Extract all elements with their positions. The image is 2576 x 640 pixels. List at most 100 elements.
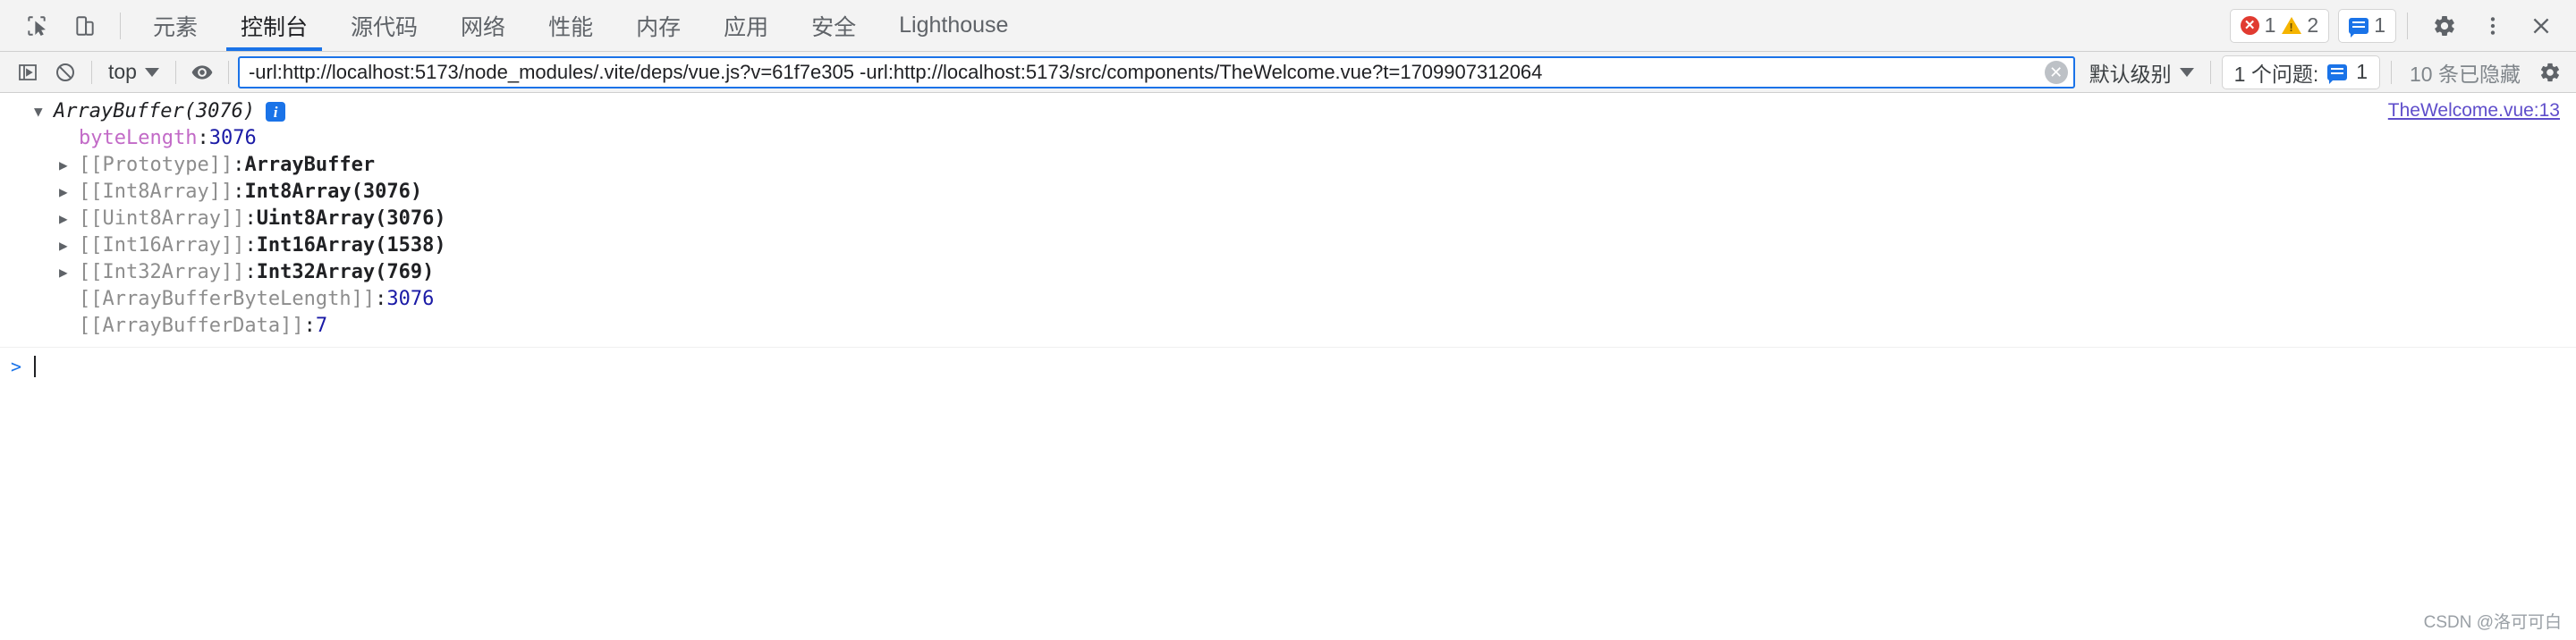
object-property-row[interactable]: [[ArrayBufferByteLength]] : 3076 <box>34 286 2576 313</box>
property-separator: : <box>303 315 316 337</box>
object-property-row[interactable]: [[Int32Array]] : Int32Array(769) <box>34 259 2576 286</box>
tab-label: 元素 <box>153 14 199 40</box>
close-icon[interactable] <box>2519 4 2563 48</box>
tab-label: 应用 <box>724 14 769 40</box>
disclosure-triangle-icon[interactable] <box>59 179 79 206</box>
hidden-messages-label[interactable]: 10 条已隐藏 <box>2399 57 2531 88</box>
property-separator: : <box>244 261 257 283</box>
object-property-row[interactable]: [[Prototype]] : ArrayBuffer <box>34 152 2576 179</box>
more-options-icon[interactable] <box>2470 4 2515 48</box>
tab-security[interactable]: 安全 <box>790 0 877 51</box>
clear-console-icon[interactable] <box>47 54 84 91</box>
console-toolbar-divider-2 <box>174 60 176 84</box>
console-toolbar-divider-5 <box>2391 60 2393 84</box>
message-count-group: 1 <box>2349 13 2385 38</box>
tab-label: 网络 <box>461 14 506 40</box>
console-message-area[interactable]: TheWelcome.vue:13 ArrayBuffer(3076) i by… <box>0 93 2576 640</box>
object-property-row[interactable]: [[ArrayBufferData]] : 7 <box>34 313 2576 340</box>
object-tree-root[interactable]: ArrayBuffer(3076) i <box>34 98 2576 125</box>
object-preview-title: ArrayBuffer(3076) <box>54 100 256 122</box>
execution-context-selector[interactable]: top <box>99 55 168 89</box>
error-count: 1 <box>2264 13 2276 37</box>
execution-context-label: top <box>108 60 137 83</box>
property-value: Uint8Array(3076) <box>256 207 446 230</box>
property-name: byteLength <box>79 127 198 149</box>
property-name: [[Int32Array]] <box>79 261 245 283</box>
info-icon[interactable]: i <box>266 102 286 122</box>
issues-badge[interactable]: 1 个问题: 1 <box>2221 55 2381 89</box>
message-badge[interactable]: 1 <box>2338 8 2396 43</box>
tab-memory[interactable]: 内存 <box>614 0 702 51</box>
property-name: [[Prototype]] <box>79 154 233 176</box>
chevron-down-icon <box>144 67 159 77</box>
property-value: Int32Array(769) <box>256 261 435 283</box>
property-name: [[Int16Array]] <box>79 234 245 257</box>
error-icon: ✕ <box>2240 16 2259 35</box>
property-value: Int16Array(1538) <box>256 234 446 257</box>
property-separator: : <box>244 207 257 230</box>
live-expression-icon[interactable] <box>183 54 221 91</box>
disclosure-triangle-icon[interactable] <box>59 232 79 259</box>
warning-icon <box>2282 17 2302 34</box>
object-property-row[interactable]: byteLength : 3076 <box>34 125 2576 152</box>
source-location-link[interactable]: TheWelcome.vue:13 <box>2388 100 2560 122</box>
message-count: 1 <box>2374 13 2385 37</box>
tab-application[interactable]: 应用 <box>702 0 790 51</box>
object-property-row[interactable]: [[Int8Array]] : Int8Array(3076) <box>34 179 2576 206</box>
console-toolbar: top ✕ 默认级别 1 个问题: 1 10 条已隐藏 <box>0 52 2576 93</box>
console-filter-container[interactable]: ✕ <box>237 55 2075 88</box>
disclosure-triangle-icon[interactable] <box>59 259 79 286</box>
warning-count-group: 2 <box>2282 13 2318 38</box>
console-settings-gear-icon[interactable] <box>2531 54 2569 91</box>
tab-label: 性能 <box>548 14 594 40</box>
issues-count: 1 <box>2356 60 2368 83</box>
property-separator: : <box>233 181 245 203</box>
tab-console[interactable]: 控制台 <box>219 0 329 51</box>
toolbar-divider-right <box>2407 12 2408 39</box>
toolbar-divider <box>120 12 121 39</box>
disclosure-triangle-icon[interactable] <box>34 98 54 125</box>
tab-network[interactable]: 网络 <box>439 0 527 51</box>
console-message[interactable]: TheWelcome.vue:13 ArrayBuffer(3076) i by… <box>0 93 2576 348</box>
tab-sources[interactable]: 源代码 <box>329 0 439 51</box>
object-property-row[interactable]: [[Uint8Array]] : Uint8Array(3076) <box>34 206 2576 232</box>
property-name: [[ArrayBufferData]] <box>79 315 304 337</box>
tab-label: 源代码 <box>351 14 419 40</box>
console-sidebar-toggle-icon[interactable] <box>9 54 47 91</box>
tab-elements[interactable]: 元素 <box>131 0 219 51</box>
property-name: [[Int8Array]] <box>79 181 233 203</box>
property-name: [[Uint8Array]] <box>79 207 245 230</box>
warning-count: 2 <box>2307 13 2319 37</box>
property-value: 7 <box>315 315 328 337</box>
tab-lighthouse[interactable]: Lighthouse <box>877 0 1030 51</box>
console-toolbar-divider-4 <box>2209 60 2211 84</box>
device-toolbar-toggle-icon[interactable] <box>61 2 109 50</box>
gear-icon[interactable] <box>2422 4 2467 48</box>
inspect-element-icon[interactable] <box>13 2 61 50</box>
property-separator: : <box>233 154 245 176</box>
console-toolbar-divider-3 <box>227 60 229 84</box>
disclosure-triangle-icon[interactable] <box>59 152 79 179</box>
disclosure-triangle-icon[interactable] <box>59 206 79 232</box>
property-name: [[ArrayBufferByteLength]] <box>79 288 376 310</box>
object-tree: ArrayBuffer(3076) i byteLength : 3076 [[… <box>0 98 2576 340</box>
console-filter-input[interactable] <box>248 57 2045 87</box>
property-value: ArrayBuffer <box>244 154 376 176</box>
tab-performance[interactable]: 性能 <box>527 0 614 51</box>
console-prompt[interactable]: > <box>0 348 2576 378</box>
devtools-tabbar: 元素 控制台 源代码 网络 性能 内存 应用 安全 Lighthouse ✕ 1… <box>0 0 2576 52</box>
log-level-selector[interactable]: 默认级别 <box>2080 55 2203 89</box>
clear-filter-icon[interactable]: ✕ <box>2044 60 2068 84</box>
chevron-down-icon-level <box>2179 67 2194 77</box>
tab-label: Lighthouse <box>899 13 1009 38</box>
panel-tabs: 元素 控制台 源代码 网络 性能 内存 应用 安全 Lighthouse <box>131 0 1030 51</box>
property-value: 3076 <box>386 288 435 310</box>
issues-message-icon <box>2327 63 2348 84</box>
property-separator: : <box>244 234 257 257</box>
object-property-row[interactable]: [[Int16Array]] : Int16Array(1538) <box>34 232 2576 259</box>
tab-label: 安全 <box>811 14 857 40</box>
tab-label: 控制台 <box>241 14 309 40</box>
error-warning-badge[interactable]: ✕ 1 2 <box>2229 8 2330 43</box>
property-value: Int8Array(3076) <box>244 181 423 203</box>
error-count-group: ✕ 1 <box>2240 13 2276 38</box>
